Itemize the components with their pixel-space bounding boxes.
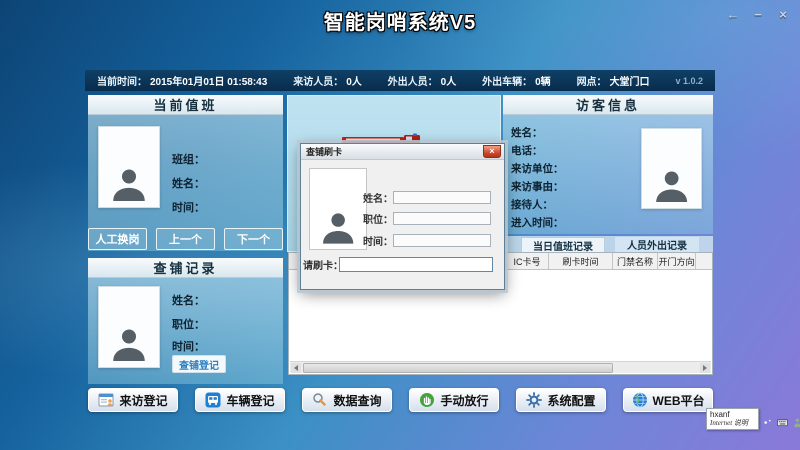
duty-buttons-row: 人工换岗 上一个 下一个 xyxy=(88,228,283,250)
inspection-photo xyxy=(98,286,160,368)
tooltip-username: hxanf xyxy=(710,410,755,419)
visitor-entry-time-label: 进入时间： xyxy=(511,215,564,230)
visitor-phone-label: 电话： xyxy=(511,143,543,158)
toolbar-button-label: 系统配置 xyxy=(547,392,595,409)
web-platform-button[interactable]: WEB平台 xyxy=(623,388,713,412)
table-col-swipe-time[interactable]: 刷卡时间 xyxy=(549,253,613,269)
toolbar-button-label: 手动放行 xyxy=(440,392,488,409)
duty-name-label: 姓名： xyxy=(172,175,205,191)
scroll-right-arrow-icon[interactable] xyxy=(700,363,710,373)
duty-team-label: 班组： xyxy=(172,151,205,167)
app-title: 智能岗哨系统V5 xyxy=(0,6,800,35)
toolbar-button-label: 车辆登记 xyxy=(226,392,274,409)
person-icon xyxy=(108,166,150,201)
status-site: 网点： 大堂门口 xyxy=(577,73,650,88)
table-col-spacer xyxy=(696,253,712,269)
swipe-card-input[interactable] xyxy=(339,257,493,272)
horizontal-scrollbar[interactable] xyxy=(290,361,711,373)
status-current-time: 当前时间： 2015年01月01日 01:58:43 xyxy=(97,73,267,88)
inspection-record-panel: 查铺记录 姓名： 职位： 时间： 查铺登记 xyxy=(88,258,283,384)
person-icon xyxy=(318,210,358,244)
dialog-time-label: 时间： xyxy=(359,233,393,248)
inspection-register-button[interactable]: 查铺登记 xyxy=(172,355,226,373)
visitor-info-panel: 访客信息 姓名： 电话： 来访单位： 来访事由： 接待人： 进入时间： xyxy=(503,95,713,234)
visitor-register-icon xyxy=(98,392,114,408)
inspection-swipe-dialog: 查铺刷卡 × 姓名： 职位： 时间： 请刷卡： xyxy=(300,143,505,290)
inspection-name-label: 姓名： xyxy=(172,292,205,308)
tab-personnel-out-record[interactable]: 人员外出记录 xyxy=(615,237,699,252)
vehicle-register-icon xyxy=(205,392,221,408)
keyboard-icon[interactable] xyxy=(777,417,788,428)
person-icon xyxy=(651,168,692,202)
status-people-out: 外出人员： 0人 xyxy=(388,73,457,88)
toolbar-button-label: WEB平台 xyxy=(653,392,705,409)
dialog-close-icon[interactable]: × xyxy=(483,145,501,158)
visitor-name-label: 姓名： xyxy=(511,125,543,140)
table-col-door-direction[interactable]: 开门方向 xyxy=(658,253,696,269)
visitor-register-button[interactable]: 来访登记 xyxy=(88,388,178,412)
scroll-left-arrow-icon[interactable] xyxy=(291,363,301,373)
toolbar-button-label: 数据查询 xyxy=(333,392,381,409)
current-duty-title: 当前值班 xyxy=(88,95,283,115)
manual-release-button[interactable]: 手动放行 xyxy=(409,388,499,412)
visitor-reason-label: 来访事由： xyxy=(511,179,564,194)
data-query-button[interactable]: 数据查询 xyxy=(302,388,392,412)
next-button[interactable]: 下一个 xyxy=(224,228,283,250)
ime-dot-icon[interactable] xyxy=(762,417,773,428)
close-icon[interactable]: × xyxy=(776,7,790,22)
vehicle-register-button[interactable]: 车辆登记 xyxy=(195,388,285,412)
help-person-icon[interactable] xyxy=(792,417,800,428)
duty-time-label: 时间： xyxy=(172,199,205,215)
visitor-company-label: 来访单位： xyxy=(511,161,564,176)
minimize-icon[interactable]: − xyxy=(751,7,765,22)
tab-today-duty-record[interactable]: 当日值班记录 xyxy=(521,237,605,252)
status-bar: 当前时间： 2015年01月01日 01:58:43 来访人员： 0人 外出人员… xyxy=(85,70,715,91)
system-config-button[interactable]: 系统配置 xyxy=(516,388,606,412)
visitor-host-label: 接待人： xyxy=(511,197,553,212)
dialog-name-label: 姓名： xyxy=(359,190,393,205)
system-config-icon xyxy=(526,392,542,408)
dialog-position-label: 职位： xyxy=(359,211,393,226)
language-tooltip: hxanf Internet 说明 xyxy=(706,408,759,430)
person-icon xyxy=(108,326,150,361)
language-bar-icons xyxy=(762,417,800,428)
inspection-record-title: 查铺记录 xyxy=(88,258,283,278)
scrollbar-thumb[interactable] xyxy=(303,363,613,373)
record-tab-bar: 当日值班记录 人员外出记录 xyxy=(503,236,713,252)
toolbar-button-label: 来访登记 xyxy=(119,392,167,409)
dialog-titlebar[interactable]: 查铺刷卡 × xyxy=(301,144,504,160)
data-query-icon xyxy=(312,392,328,408)
dialog-name-field[interactable] xyxy=(393,191,491,204)
status-vehicles-out: 外出车辆： 0辆 xyxy=(482,73,551,88)
table-col-door-name[interactable]: 门禁名称 xyxy=(613,253,658,269)
swipe-card-label: 请刷卡： xyxy=(303,257,339,272)
window-controls: ← − × xyxy=(726,7,790,22)
table-col-ic-card[interactable]: IC卡号 xyxy=(506,253,549,269)
back-icon[interactable]: ← xyxy=(726,7,740,22)
dialog-title: 查铺刷卡 xyxy=(306,145,342,158)
inspection-position-label: 职位： xyxy=(172,316,205,332)
version-label: v 1.0.2 xyxy=(675,76,703,86)
manual-release-icon xyxy=(419,392,435,408)
desktop: 智能岗哨系统V5 ← − × 当前时间： 2015年01月01日 01:58:4… xyxy=(0,0,800,450)
manual-shift-button[interactable]: 人工换岗 xyxy=(88,228,147,250)
visitor-photo xyxy=(641,128,702,209)
duty-photo xyxy=(98,126,160,208)
dialog-position-field[interactable] xyxy=(393,212,491,225)
status-visitors: 来访人员： 0人 xyxy=(293,73,362,88)
previous-button[interactable]: 上一个 xyxy=(156,228,215,250)
visitor-info-title: 访客信息 xyxy=(503,95,713,115)
tooltip-description: Internet 说明 xyxy=(710,419,755,428)
dialog-time-field[interactable] xyxy=(393,234,491,247)
inspection-time-label: 时间： xyxy=(172,338,205,354)
web-platform-icon xyxy=(632,392,648,408)
